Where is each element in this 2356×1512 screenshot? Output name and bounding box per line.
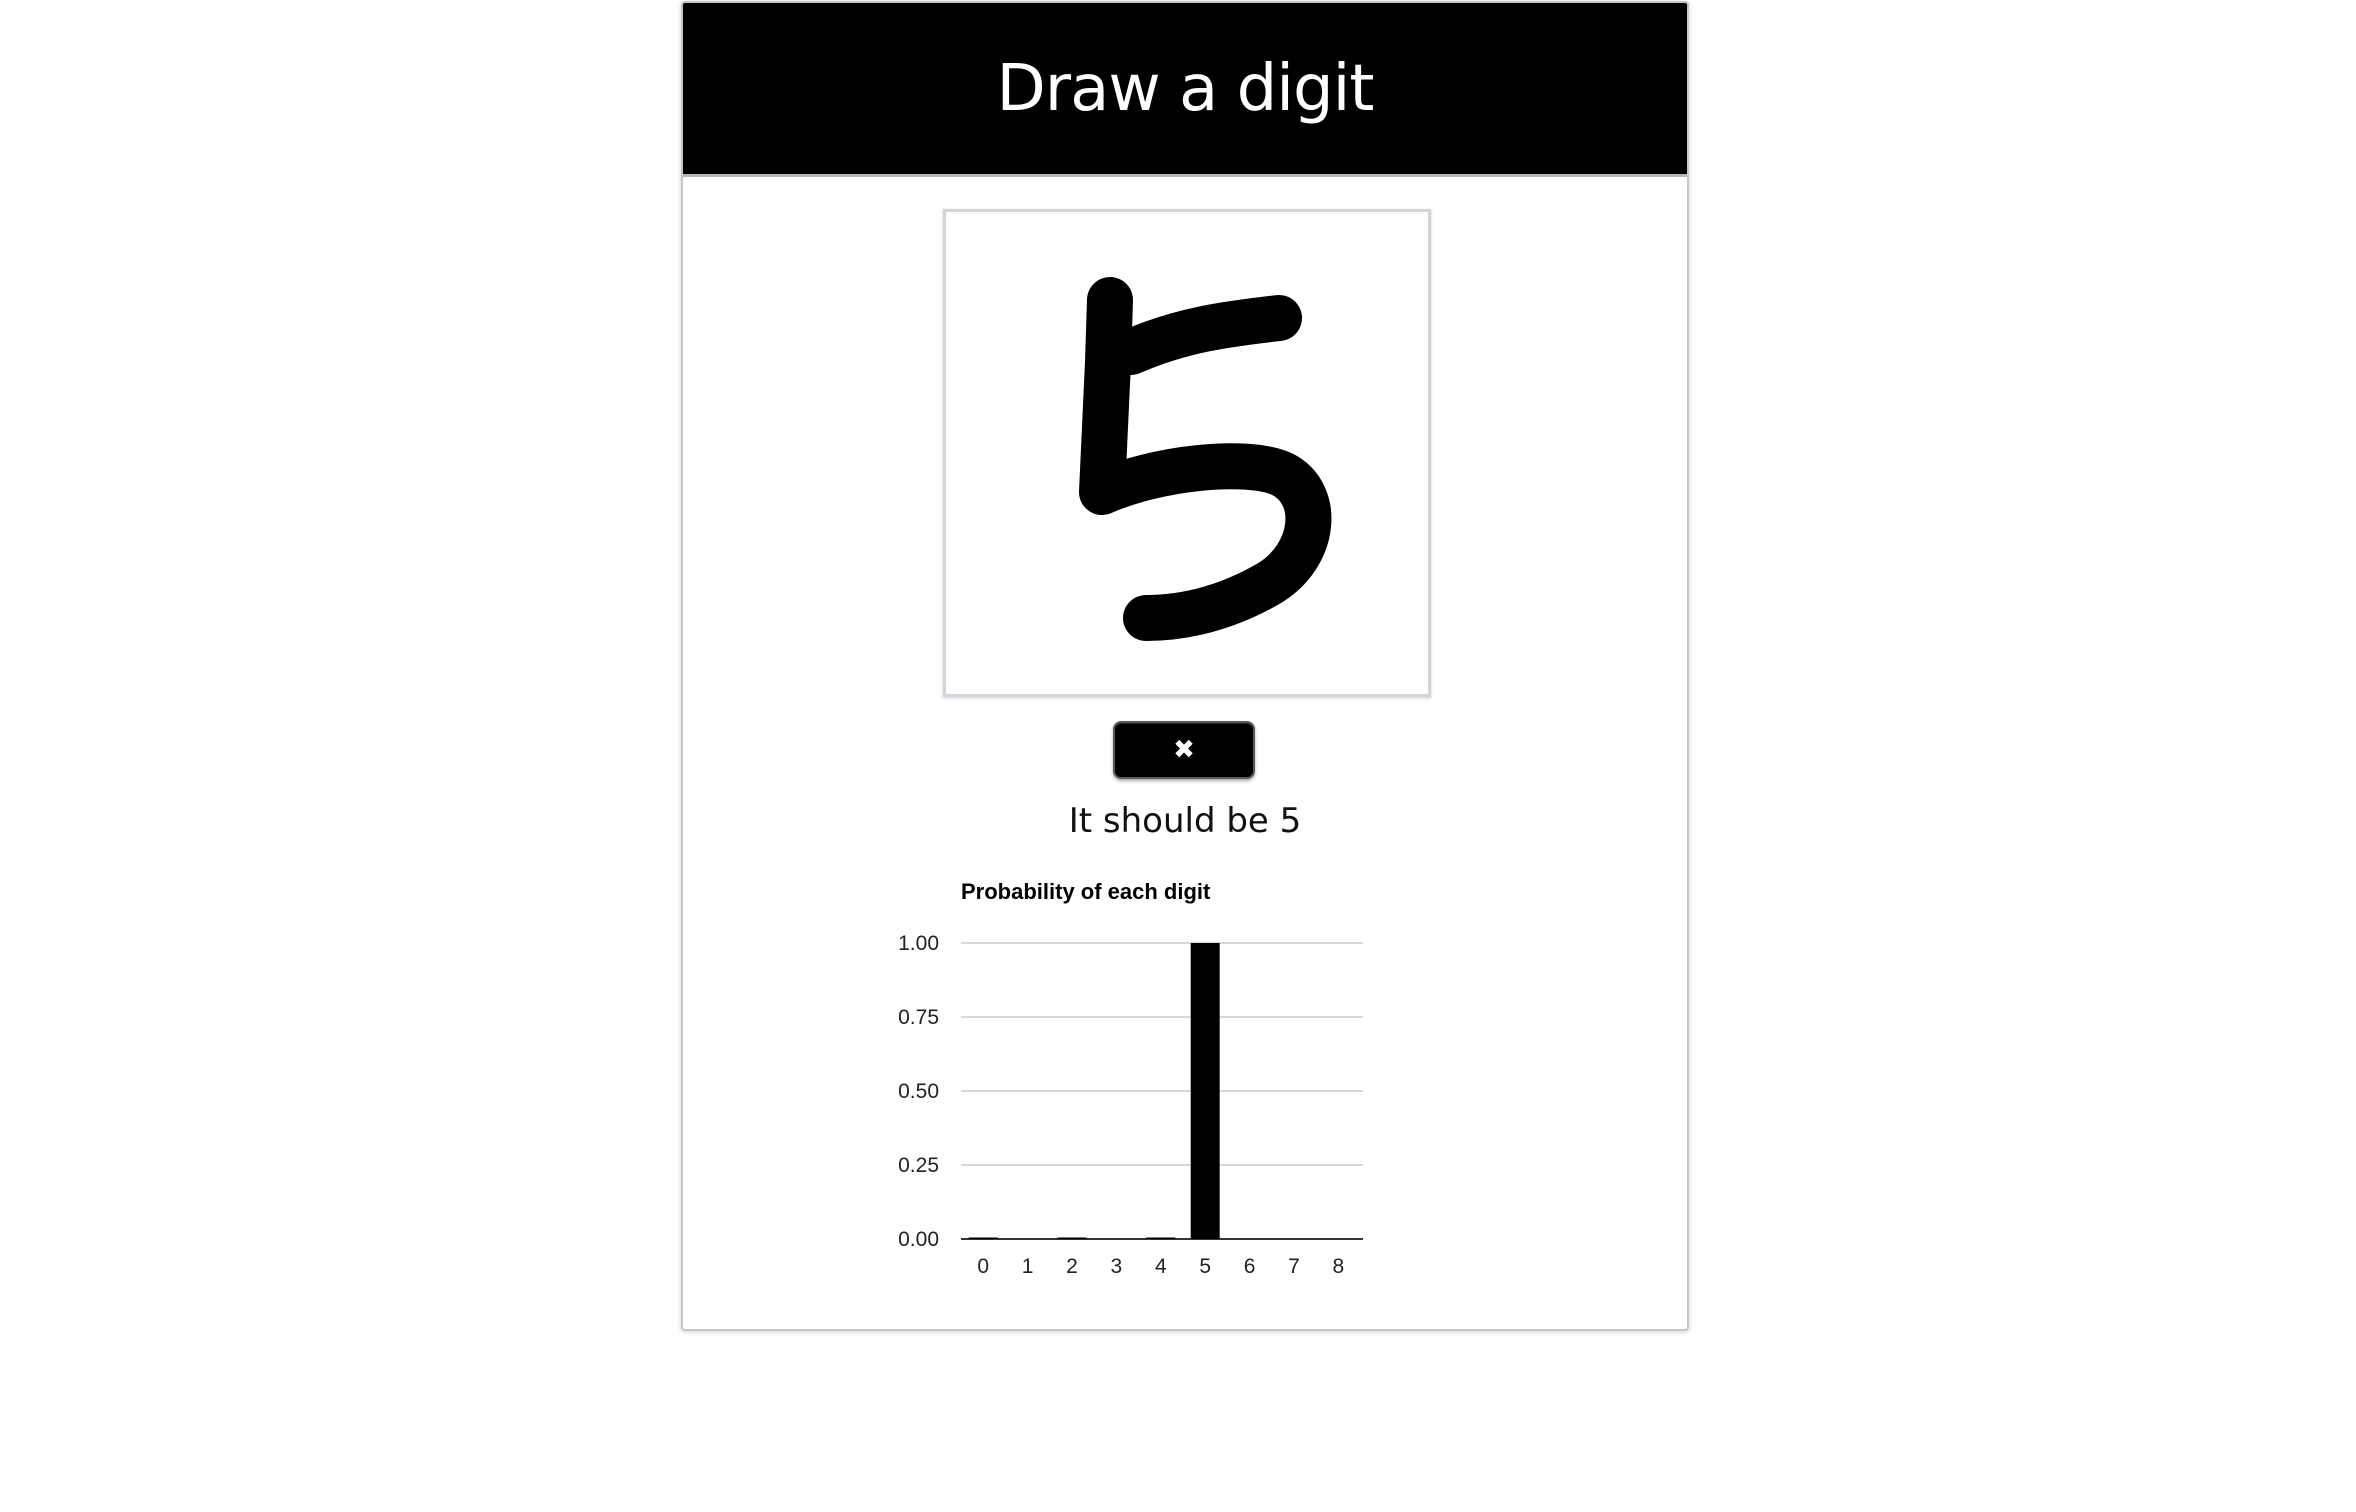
- x-tick-label: 3: [1111, 1255, 1123, 1278]
- x-tick-label: 8: [1333, 1255, 1345, 1278]
- bar-0: [968, 1237, 998, 1239]
- y-tick-label: 0.75: [898, 1006, 939, 1029]
- close-icon: ✖: [1173, 735, 1195, 765]
- y-tick-label: 0.00: [898, 1228, 939, 1251]
- x-tick-label: 7: [1288, 1255, 1300, 1278]
- y-tick-label: 1.00: [898, 932, 939, 955]
- y-tick-label: 0.25: [898, 1154, 939, 1177]
- app-card: Draw a digit ✖ It should be 5 Probabilit…: [681, 1, 1689, 1331]
- clear-button[interactable]: ✖: [1113, 721, 1255, 779]
- x-tick-label: 0: [977, 1255, 989, 1278]
- drawn-digit: [1079, 277, 1332, 641]
- prediction-text: It should be 5: [1068, 801, 1302, 841]
- header-bar: Draw a digit: [683, 3, 1687, 177]
- bar-2: [1057, 1237, 1087, 1239]
- y-tick-label: 0.50: [898, 1080, 939, 1103]
- drawing-canvas[interactable]: [943, 209, 1431, 697]
- bar-4: [1146, 1237, 1176, 1239]
- probability-chart: Probability of each digit 0.00 0.25 0.50 0.…: [898, 879, 1363, 1278]
- x-tick-label: 4: [1155, 1255, 1167, 1278]
- chart-title: Probability of each digit: [961, 879, 1211, 904]
- page-title: Draw a digit: [996, 51, 1375, 126]
- x-tick-label: 6: [1244, 1255, 1256, 1278]
- bar-5: [1190, 943, 1220, 1239]
- x-tick-label: 5: [1199, 1255, 1211, 1278]
- x-tick-label: 1: [1022, 1255, 1034, 1278]
- x-tick-label: 2: [1066, 1255, 1078, 1278]
